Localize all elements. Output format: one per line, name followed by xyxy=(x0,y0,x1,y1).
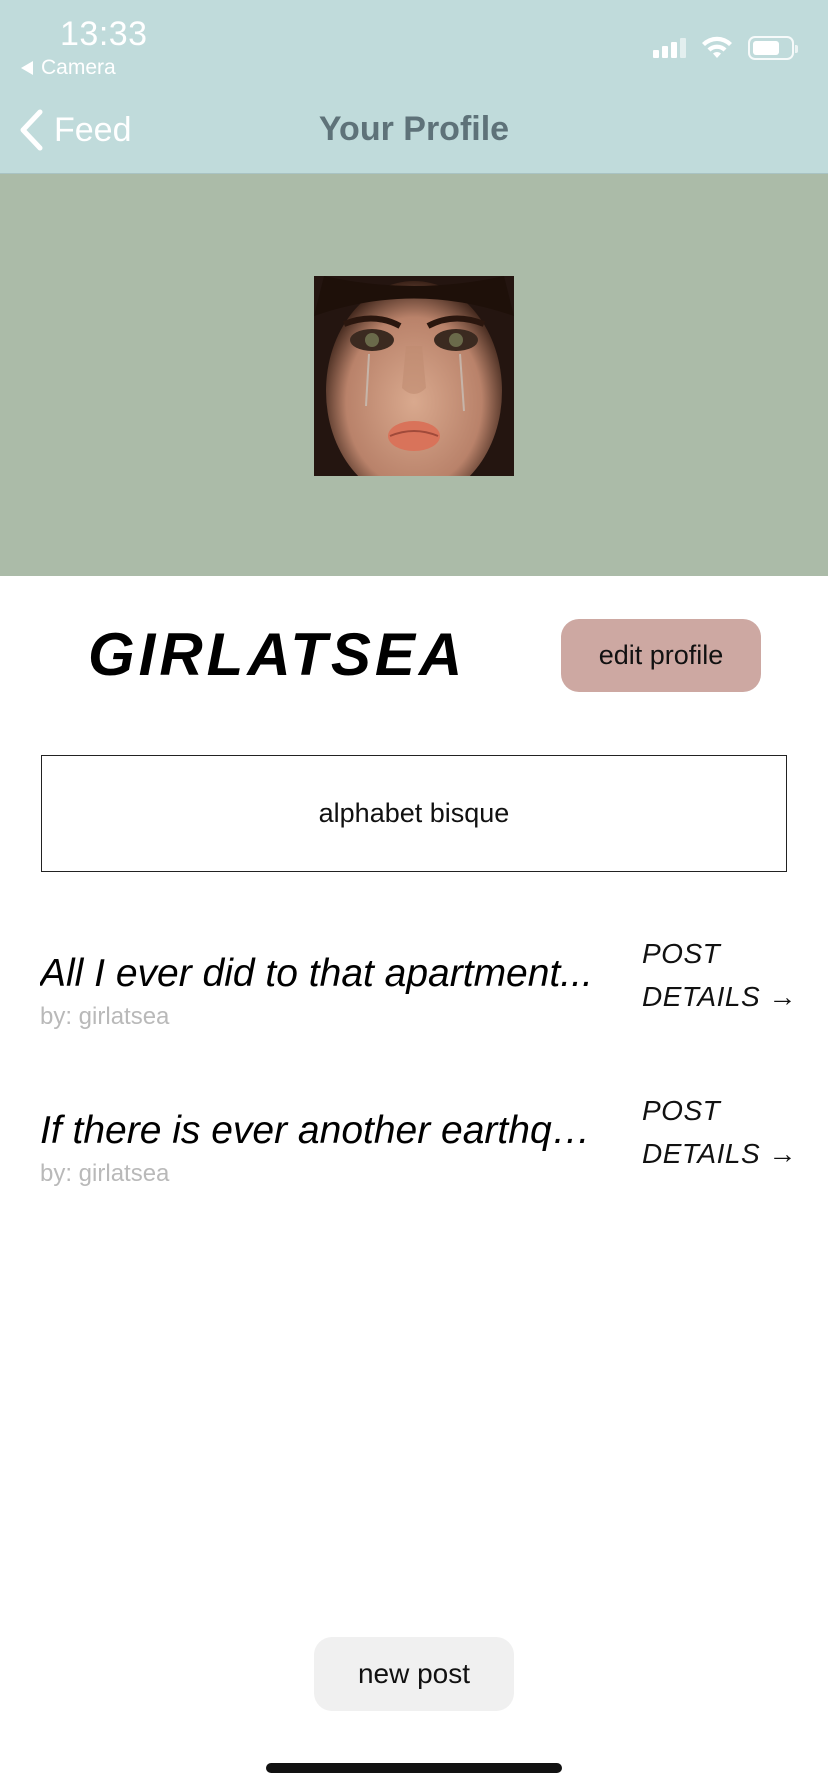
home-indicator xyxy=(266,1763,562,1773)
wifi-icon xyxy=(702,36,732,58)
back-app-label: Camera xyxy=(41,56,116,79)
post-details-line1: POST xyxy=(642,1095,721,1126)
post-title: All I ever did to that apartment... xyxy=(40,952,593,995)
back-triangle-icon xyxy=(21,61,33,75)
list-item: If there is ever another earthquake... b… xyxy=(0,1089,828,1199)
post-details-line2: DETAILS → xyxy=(642,1138,797,1169)
status-time: 13:33 xyxy=(60,15,148,53)
username: GIRLATSEA xyxy=(88,621,467,688)
avatar xyxy=(314,276,514,476)
profile-banner xyxy=(0,174,828,576)
post-details-line2: DETAILS → xyxy=(642,981,797,1012)
page-title: Your Profile xyxy=(318,110,510,148)
status-icons xyxy=(653,36,798,60)
signal-bars-icon xyxy=(653,38,686,58)
top-bar: 13:33 Camera Feed Your Profile xyxy=(0,0,828,174)
bio-box: alphabet bisque xyxy=(41,755,787,872)
post-details-link[interactable]: POST DETAILS → xyxy=(642,1089,797,1175)
post-author: by: girlatsea xyxy=(40,1003,170,1030)
bio-text: alphabet bisque xyxy=(318,798,510,828)
avatar-image xyxy=(314,276,514,476)
post-details-line1: POST xyxy=(642,938,721,969)
back-to-app-link[interactable]: Camera xyxy=(21,56,116,80)
new-post-button[interactable]: new post xyxy=(314,1637,514,1711)
edit-profile-button[interactable]: edit profile xyxy=(561,619,761,692)
post-author: by: girlatsea xyxy=(40,1160,170,1187)
battery-icon xyxy=(748,36,798,60)
post-title: If there is ever another earthquake... xyxy=(40,1109,600,1152)
list-item: All I ever did to that apartment... by: … xyxy=(0,932,828,1042)
post-details-link[interactable]: POST DETAILS → xyxy=(642,932,797,1018)
